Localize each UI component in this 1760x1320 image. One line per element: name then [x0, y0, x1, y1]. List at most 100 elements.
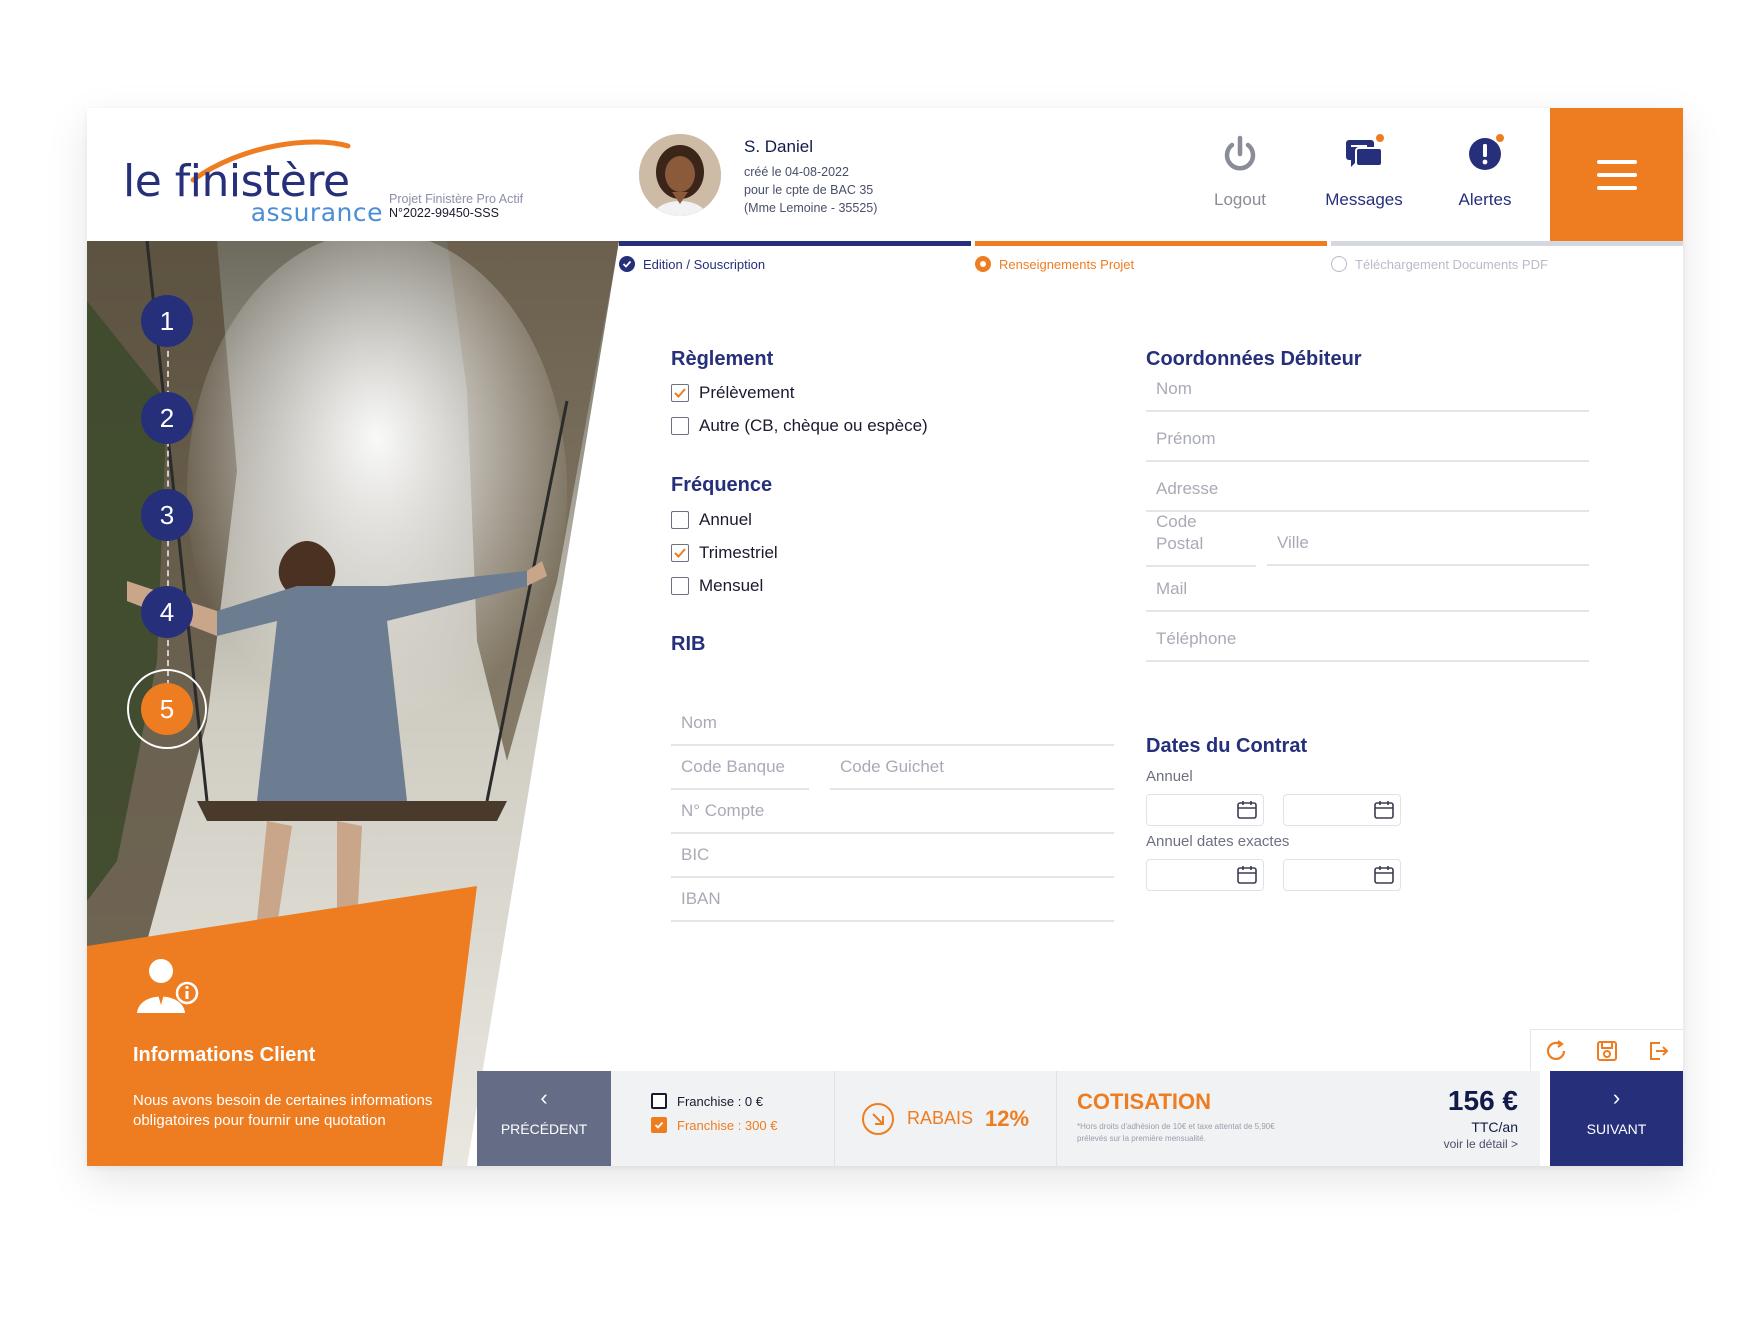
- rib-iban-input[interactable]: IBAN: [671, 876, 1114, 922]
- franchise-option-0[interactable]: Franchise : 0 €: [651, 1093, 763, 1109]
- project-label: Projet Finistère Pro Actif: [389, 192, 524, 206]
- discount-arrow-icon: [862, 1102, 894, 1135]
- alerts-button[interactable]: Alertes: [1440, 130, 1530, 210]
- price-unit: TTC/an: [1471, 1119, 1518, 1135]
- checkbox-label: Annuel: [699, 510, 752, 529]
- avatar[interactable]: [639, 134, 721, 216]
- calendar-icon: [1374, 801, 1394, 819]
- user-account: pour le cpte de BAC 35: [744, 183, 874, 197]
- checkbox-box[interactable]: [671, 384, 689, 402]
- checkbox-box[interactable]: [671, 544, 689, 562]
- previous-button[interactable]: ‹ PRÉCÉDENT: [477, 1071, 611, 1166]
- side-step-4[interactable]: 4: [141, 586, 193, 638]
- debiteur-telephone-input[interactable]: Téléphone: [1146, 616, 1589, 662]
- header: le finistère assurance Projet Finistère …: [87, 108, 1683, 241]
- previous-label: PRÉCÉDENT: [500, 1121, 588, 1137]
- checkbox-mensuel[interactable]: Mensuel: [671, 576, 763, 596]
- checkbox-box[interactable]: [651, 1117, 667, 1133]
- franchise-panel: Franchise : 0 € Franchise : 300 €: [611, 1071, 835, 1166]
- debiteur-nom-input[interactable]: Nom: [1146, 366, 1589, 412]
- price-value: 156 €: [1447, 1085, 1518, 1116]
- checkbox-autre[interactable]: Autre (CB, chèque ou espèce): [671, 416, 928, 436]
- debiteur-ville-input[interactable]: Ville: [1267, 516, 1589, 566]
- checkbox-box[interactable]: [671, 417, 689, 435]
- chevron-right-icon: ›: [1612, 1085, 1621, 1110]
- checkmark-icon: [674, 388, 686, 398]
- power-icon: [1224, 135, 1256, 171]
- franchise-option-300[interactable]: Franchise : 300 €: [651, 1117, 777, 1133]
- date-exacte-end[interactable]: [1283, 859, 1401, 891]
- debiteur-adresse-input[interactable]: Adresse: [1146, 466, 1589, 512]
- calendar-icon: [1374, 866, 1394, 884]
- rib-title: RIB: [671, 633, 706, 655]
- rabais-value: 12%: [985, 1105, 1030, 1131]
- messages-notification-dot: [1374, 132, 1386, 144]
- rib-bic-input[interactable]: BIC: [671, 832, 1114, 878]
- date-exacte-start[interactable]: [1146, 859, 1264, 891]
- progress-bar: [975, 241, 1327, 246]
- progress-bar: [1331, 241, 1683, 246]
- progress-step-label: Edition / Souscription: [643, 256, 766, 272]
- checkbox-box[interactable]: [651, 1093, 667, 1109]
- rib-nom-input[interactable]: Nom: [671, 700, 1114, 746]
- progress-steps: Edition / Souscription Renseignements Pr…: [619, 241, 1683, 281]
- checkbox-box[interactable]: [671, 577, 689, 595]
- user-name: S. Daniel: [744, 137, 813, 156]
- bottom-bar: ‹ PRÉCÉDENT Franchise : 0 € Franchise : …: [87, 1071, 1683, 1166]
- progress-step-edition[interactable]: Edition / Souscription: [619, 241, 971, 272]
- avatar-image: [639, 134, 721, 216]
- progress-step-label: Téléchargement Documents PDF: [1355, 256, 1548, 272]
- menu-button[interactable]: [1550, 108, 1683, 241]
- debiteur-mail-input[interactable]: Mail: [1146, 566, 1589, 612]
- checkbox-annuel[interactable]: Annuel: [671, 510, 752, 530]
- save-icon: [1596, 1040, 1617, 1061]
- rabais-panel: RABAIS 12%: [835, 1071, 1057, 1166]
- progress-step-label: Renseignements Projet: [999, 256, 1135, 272]
- messages-button[interactable]: Messages: [1319, 130, 1409, 210]
- user-info: S. Daniel créé le 04-08-2022 pour le cpt…: [744, 137, 877, 217]
- rib-code-guichet-input[interactable]: Code Guichet: [830, 744, 1114, 790]
- chevron-left-icon: ‹: [540, 1085, 548, 1110]
- hero-photo-panel: 1 2 3 4 5 Informations Client Nous avons…: [87, 241, 619, 1166]
- rib-code-banque-input[interactable]: Code Banque: [671, 744, 809, 790]
- calendar-icon: [1237, 866, 1257, 884]
- detail-link[interactable]: voir le détail >: [1444, 1137, 1518, 1151]
- calendar-icon: [1237, 801, 1257, 819]
- next-button[interactable]: › SUIVANT: [1550, 1071, 1683, 1166]
- debiteur-prenom-input[interactable]: Prénom: [1146, 416, 1589, 462]
- rib-compte-input[interactable]: N° Compte: [671, 788, 1114, 834]
- alerts-label: Alertes: [1458, 190, 1512, 209]
- alerts-notification-dot: [1494, 132, 1506, 144]
- progress-step-telechargement[interactable]: Téléchargement Documents PDF: [1331, 241, 1683, 272]
- side-step-2[interactable]: 2: [141, 392, 193, 444]
- checkbox-label: Mensuel: [699, 576, 764, 595]
- user-created: créé le 04-08-2022: [744, 165, 849, 179]
- next-label: SUIVANT: [1586, 1121, 1647, 1137]
- brand-logo[interactable]: le finistère assurance: [123, 130, 382, 230]
- refresh-button[interactable]: [1542, 1037, 1570, 1065]
- dates-title: Dates du Contrat: [1146, 735, 1308, 757]
- side-step-1[interactable]: 1: [141, 295, 193, 347]
- logo-sub-text: assurance: [250, 198, 383, 227]
- checkbox-prelevement[interactable]: Prélèvement: [671, 383, 794, 403]
- date-annuel-end[interactable]: [1283, 794, 1401, 826]
- export-button[interactable]: [1644, 1037, 1672, 1065]
- user-client: (Mme Lemoine - 35525): [744, 201, 878, 215]
- checkbox-box[interactable]: [671, 511, 689, 529]
- dates-exactes-label: Annuel dates exactes: [1146, 833, 1290, 850]
- progress-step-renseignements[interactable]: Renseignements Projet: [975, 241, 1327, 272]
- cotisation-title: COTISATION: [1077, 1089, 1212, 1114]
- cotisation-note: *Hors droits d'adhésion de 10€ et taxe a…: [1077, 1122, 1275, 1143]
- app-window: le finistère assurance Projet Finistère …: [87, 108, 1683, 1166]
- client-info-icon: [137, 959, 199, 1013]
- checkmark-icon: [674, 548, 686, 558]
- debiteur-code-postal-input[interactable]: Code Postal: [1146, 512, 1256, 567]
- side-step-3[interactable]: 3: [141, 489, 193, 541]
- side-step-5[interactable]: 5: [141, 683, 193, 735]
- logout-button[interactable]: Logout: [1195, 130, 1285, 210]
- date-annuel-start[interactable]: [1146, 794, 1264, 826]
- checkbox-trimestriel[interactable]: Trimestriel: [671, 543, 778, 563]
- todo-step-icon: [1331, 256, 1347, 272]
- reglement-title: Règlement: [671, 348, 774, 370]
- save-button[interactable]: [1593, 1037, 1621, 1065]
